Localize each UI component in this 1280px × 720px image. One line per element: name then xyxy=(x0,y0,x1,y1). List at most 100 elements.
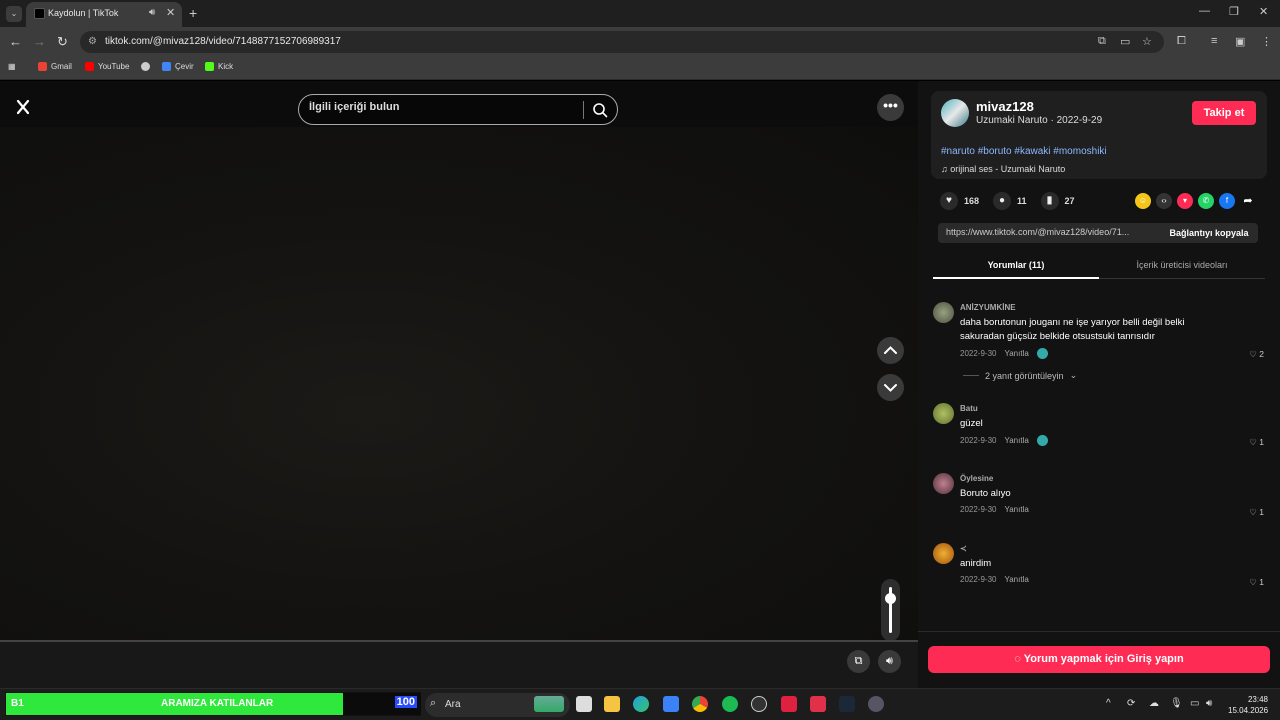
volume-slider[interactable] xyxy=(881,579,900,641)
login-to-comment-label: Yorum yapmak için Giriş yapın xyxy=(1023,653,1184,665)
share-arrow-icon[interactable]: ➦ xyxy=(1240,193,1256,209)
comment-like[interactable]: ♡ 1 xyxy=(1249,577,1264,588)
forward-icon[interactable]: → xyxy=(33,34,46,49)
address-bar[interactable]: ⚙ tiktok.com/@mivaz128/video/71488771527… xyxy=(80,31,1164,53)
cloud-icon[interactable]: ☁ xyxy=(1149,698,1159,709)
video-player[interactable]: ••• ⧉ 🔊︎ xyxy=(0,81,918,688)
video-progress-bar[interactable] xyxy=(0,640,918,642)
chrome-icon[interactable] xyxy=(692,696,708,712)
url-text[interactable]: tiktok.com/@mivaz128/video/7148877152706… xyxy=(105,36,341,47)
bookmark-label: Kick xyxy=(218,62,234,71)
close-tab-icon[interactable]: ✕ xyxy=(166,6,175,19)
translate-icon[interactable]: ⧉ xyxy=(1098,35,1106,48)
copy-link-button[interactable]: Bağlantıyı kopyala xyxy=(1160,223,1258,243)
commenter-avatar[interactable] xyxy=(933,543,954,564)
extensions-icon[interactable]: ⧠ xyxy=(1177,35,1186,48)
volume-icon[interactable]: 🔊︎ xyxy=(878,650,901,673)
tray-app-icon[interactable]: ⟳ xyxy=(1127,698,1135,709)
app-pocket-icon[interactable] xyxy=(810,696,826,712)
commenter-avatar[interactable] xyxy=(933,403,954,424)
edge-icon[interactable] xyxy=(633,696,649,712)
menu-icon[interactable]: ⋮ xyxy=(1261,35,1272,48)
browser-tab[interactable]: Kaydolun | TikTok 🔊︎ ✕ xyxy=(26,2,182,27)
view-replies-button[interactable]: 2 yanıt görüntüleyin ⌄ xyxy=(963,370,1077,381)
close-video-icon[interactable] xyxy=(13,97,37,121)
comment-like[interactable]: ♡ 1 xyxy=(1249,437,1264,448)
author-username[interactable]: mivaz128 xyxy=(976,99,1034,114)
reply-button[interactable]: Yanıtla xyxy=(1004,436,1028,445)
embed-icon[interactable]: ‹› xyxy=(1156,193,1172,209)
settings-icon[interactable] xyxy=(868,696,884,712)
tab-creator-videos[interactable]: İçerik üreticisi videoları xyxy=(1099,260,1265,270)
reload-icon[interactable]: ↻ xyxy=(57,34,68,50)
commenter-avatar[interactable] xyxy=(933,302,954,323)
like-stat[interactable]: ♥ 168 xyxy=(940,192,979,210)
file-explorer-icon[interactable] xyxy=(604,696,620,712)
system-clock[interactable]: 23:48 15.04.2026 xyxy=(1228,694,1268,716)
apps-grid-icon[interactable]: ▦ xyxy=(8,62,16,71)
cast-icon[interactable]: ▭ xyxy=(1120,35,1130,48)
bookmark-kick[interactable]: Kick xyxy=(205,62,233,71)
more-options-icon[interactable]: ••• xyxy=(877,94,904,121)
previous-video-button[interactable] xyxy=(877,337,904,364)
media-controls-icon[interactable]: ≡ xyxy=(1211,35,1217,47)
task-view-icon[interactable] xyxy=(576,696,592,712)
restore-icon[interactable]: ❐ xyxy=(1229,5,1239,18)
steam-icon[interactable] xyxy=(839,696,855,712)
login-to-comment-button[interactable]: ◌ Yorum yapmak için Giriş yapın xyxy=(928,646,1270,673)
commenter-name[interactable]: ≺ xyxy=(960,544,967,553)
share-link[interactable]: https://www.tiktok.com/@mivaz128/video/7… xyxy=(946,227,1156,237)
next-video-button[interactable] xyxy=(877,374,904,401)
facebook-icon[interactable]: f xyxy=(1219,193,1235,209)
minimize-icon[interactable]: — xyxy=(1199,5,1210,17)
commenter-name[interactable]: Öylesine xyxy=(960,474,993,483)
store-icon[interactable] xyxy=(663,696,679,712)
volume-knob[interactable] xyxy=(885,593,896,604)
mini-player-icon[interactable]: ⧉ xyxy=(847,650,870,673)
search-input[interactable] xyxy=(309,101,579,113)
emote-icon xyxy=(1036,435,1048,446)
comment-stat[interactable]: ● 11 xyxy=(993,192,1027,210)
microphone-icon[interactable]: 🎙︎ xyxy=(1170,698,1183,709)
whatsapp-icon[interactable]: ✆ xyxy=(1198,193,1214,209)
bookmark-star-icon[interactable]: ☆ xyxy=(1142,35,1152,48)
obs-icon[interactable] xyxy=(751,696,767,712)
related-search-box[interactable] xyxy=(298,94,618,125)
reply-button[interactable]: Yanıtla xyxy=(1004,575,1028,584)
bookmark-cevir[interactable]: Çevir xyxy=(162,62,194,71)
widgets-icon[interactable] xyxy=(534,696,564,712)
close-window-icon[interactable]: ✕ xyxy=(1259,5,1268,18)
bookmark-gmail[interactable]: Gmail xyxy=(38,62,72,71)
site-info-icon[interactable]: ⚙ xyxy=(88,36,97,47)
comment-like[interactable]: ♡ 2 xyxy=(1249,349,1264,360)
commenter-name[interactable]: Batu xyxy=(960,404,978,413)
tab-comments[interactable]: Yorumlar (11) xyxy=(933,260,1099,270)
follow-button[interactable]: Takip et xyxy=(1192,101,1256,125)
share-row: ☺ ‹› ▾ ✆ f ➦ xyxy=(1135,193,1256,209)
tray-overflow-icon[interactable]: ^ xyxy=(1106,698,1111,709)
spotify-icon[interactable] xyxy=(722,696,738,712)
tab-search-button[interactable]: ⌄ xyxy=(6,6,22,22)
commenter-name[interactable]: ANİZYUMKİNE xyxy=(960,303,1016,312)
hashtags[interactable]: #naruto #boruto #kawaki #momoshiki xyxy=(941,146,1107,157)
app-red-icon[interactable] xyxy=(781,696,797,712)
bookmark-youtube[interactable]: YouTube xyxy=(85,62,129,71)
music-row[interactable]: ♫ orijinal ses - Uzumaki Naruto xyxy=(941,164,1065,174)
network-icon[interactable]: ▭ xyxy=(1190,698,1199,709)
new-tab-button[interactable]: + xyxy=(189,5,197,21)
save-stat[interactable]: ▮ 27 xyxy=(1040,192,1075,210)
reply-button[interactable]: Yanıtla xyxy=(1004,349,1028,358)
bookmark-globe[interactable] xyxy=(141,62,150,71)
volume-tray-icon[interactable]: 🔊︎ xyxy=(1206,698,1212,709)
search-icon[interactable] xyxy=(591,101,609,119)
profile-icon[interactable]: ▣ xyxy=(1235,35,1245,48)
commenter-avatar[interactable] xyxy=(933,473,954,494)
back-icon[interactable]: ← xyxy=(9,34,22,49)
author-avatar[interactable] xyxy=(941,99,969,127)
speaker-icon[interactable]: 🔊︎ xyxy=(149,7,155,18)
reply-button[interactable]: Yanıtla xyxy=(1004,505,1028,514)
send-icon[interactable]: ▾ xyxy=(1177,193,1193,209)
comment-like[interactable]: ♡ 1 xyxy=(1249,507,1264,518)
gift-icon[interactable]: ☺ xyxy=(1135,193,1151,209)
video-frame[interactable] xyxy=(0,127,918,641)
